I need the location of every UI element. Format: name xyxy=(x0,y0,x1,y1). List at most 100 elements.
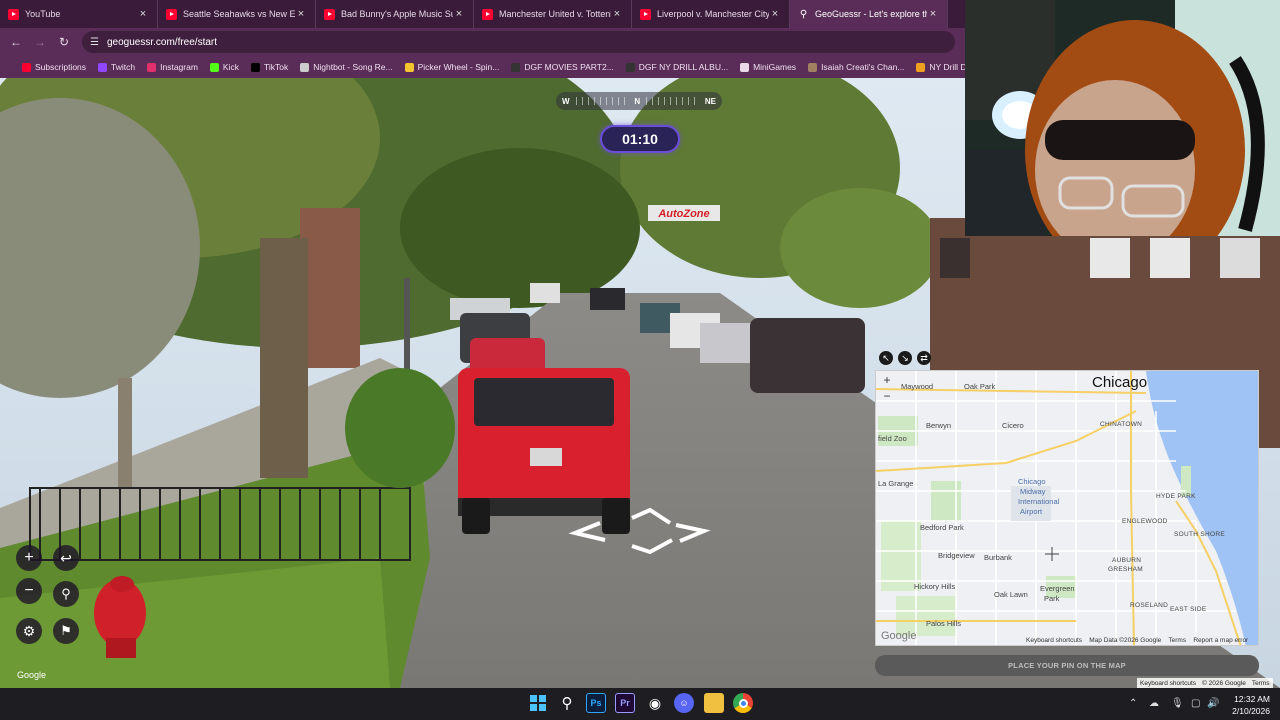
compass-ticks xyxy=(575,97,629,105)
cloud-icon[interactable]: ☁ xyxy=(1149,698,1159,709)
photoshop-app[interactable]: Ps xyxy=(586,693,606,713)
url-bar[interactable]: ☰ geoguessr.com/free/start xyxy=(82,31,955,53)
undo-move-button[interactable]: ↩ xyxy=(53,545,79,571)
map-place-label: International xyxy=(1018,497,1060,506)
map-terms-link[interactable]: Terms xyxy=(1168,637,1186,644)
close-tab-icon[interactable]: × xyxy=(295,8,307,20)
return-to-start-button[interactable]: ⚲ xyxy=(53,581,79,607)
windows-logo-icon xyxy=(530,695,546,711)
address-bar-row: ← → ↻ ☰ geoguessr.com/free/start xyxy=(0,28,965,56)
google-watermark: Google xyxy=(17,670,47,680)
shrink-arrow-icon: ↘ xyxy=(901,352,909,363)
compass-bar: W N NE xyxy=(556,92,722,110)
bookmark-label: MiniGames xyxy=(753,62,797,72)
close-tab-icon[interactable]: × xyxy=(927,8,939,20)
close-tab-icon[interactable]: × xyxy=(611,8,623,20)
close-tab-icon[interactable]: × xyxy=(769,8,781,20)
expand-arrow-icon: ↖ xyxy=(882,352,890,363)
bookmark-item[interactable]: MiniGames xyxy=(740,62,796,72)
bookmark-item[interactable]: Twitch xyxy=(98,62,135,72)
forward-icon[interactable]: → xyxy=(28,35,52,49)
clock-date: 2/10/2026 xyxy=(1232,706,1270,716)
bookmark-label: DGF MOVIES PART2... xyxy=(524,62,614,72)
premiere-app[interactable]: Pr xyxy=(615,693,635,713)
start-button[interactable] xyxy=(528,693,548,713)
map-city-label: Chicago xyxy=(1092,374,1148,391)
map-place-label: Evergreen xyxy=(1040,584,1075,593)
browser-tab[interactable]: Manchester United v. Tottenhai × xyxy=(474,0,632,28)
browser-tab[interactable]: YouTube × xyxy=(0,0,158,28)
map-place-label: ROSELAND xyxy=(1130,602,1169,609)
bookmark-favicon-icon xyxy=(740,62,750,72)
display-icon[interactable]: ▢ xyxy=(1191,698,1200,709)
map-place-label: Park xyxy=(1044,594,1060,603)
map-keyboard-shortcuts-link[interactable]: Keyboard shortcuts xyxy=(1026,637,1082,644)
close-tab-icon[interactable]: × xyxy=(453,8,465,20)
zoom-in-button[interactable]: + xyxy=(16,545,42,571)
flag-checkpoint-button[interactable]: ⚑ xyxy=(53,618,79,644)
tab-strip: YouTube×Seattle Seahawks vs New Engla×Ba… xyxy=(0,0,965,28)
site-info-icon[interactable]: ☰ xyxy=(90,37,99,48)
map-place-label: Berwyn xyxy=(926,421,952,430)
compass-northeast: NE xyxy=(704,96,716,106)
keyboard-shortcuts-link[interactable]: Keyboard shortcuts xyxy=(1140,680,1196,687)
browser-tab[interactable]: Liverpool v. Manchester City | P× xyxy=(632,0,790,28)
tab-title: YouTube xyxy=(25,9,61,19)
back-icon[interactable]: ← xyxy=(4,35,28,49)
geoguessr-icon: ⚲ xyxy=(799,8,808,20)
browser-tab[interactable]: Bad Bunny's Apple Music Supe× xyxy=(316,0,474,28)
tab-title: GeoGuessr - Let's explore the w xyxy=(815,9,927,19)
file-explorer-app[interactable] xyxy=(704,693,724,713)
bookmark-item[interactable]: Nightbot - Song Re... xyxy=(300,62,393,72)
show-hidden-icons-chevron-icon[interactable]: ⌃ xyxy=(1129,698,1137,709)
map-place-label: Bridgeview xyxy=(938,551,975,560)
bookmark-item[interactable]: DGF MOVIES PART2... xyxy=(511,62,614,72)
bookmark-item[interactable]: Kick xyxy=(209,62,239,72)
clock-time: 12:32 AM xyxy=(1234,694,1270,704)
volume-icon[interactable]: 🔊 xyxy=(1207,698,1219,709)
discord-app[interactable]: ☺ xyxy=(674,693,694,713)
map-place-label: Bedford Park xyxy=(920,523,964,532)
settings-button[interactable]: ⚙ xyxy=(16,618,42,644)
system-clock[interactable]: 12:32 AM 2/10/2026 xyxy=(1224,693,1270,717)
premiere-icon: Pr xyxy=(620,698,630,708)
bookmark-item[interactable]: DGF NY DRILL ALBU... xyxy=(625,62,729,72)
bookmark-item[interactable]: Isaiah Creati's Chan... xyxy=(808,62,904,72)
map-shrink-button[interactable]: ↘ xyxy=(898,351,912,365)
map-zoom-in-button[interactable]: + xyxy=(878,373,896,387)
terms-link[interactable]: Terms xyxy=(1252,680,1270,687)
reload-icon[interactable]: ↻ xyxy=(52,35,76,49)
zoom-out-button[interactable]: − xyxy=(16,578,42,604)
browser-tab[interactable]: ⚲ GeoGuessr - Let's explore the w× xyxy=(790,0,948,28)
map-enlarge-button[interactable]: ↖ xyxy=(879,351,893,365)
youtube-icon xyxy=(8,8,19,20)
microphone-icon[interactable]: 🎙 xyxy=(1171,698,1184,709)
map-place-label: field Zoo xyxy=(878,434,907,443)
bookmark-item[interactable]: TikTok xyxy=(250,62,288,72)
bookmark-item[interactable]: Subscriptions xyxy=(22,62,86,72)
map-pin-toggle-button[interactable]: ⇄ xyxy=(917,351,931,365)
bookmark-favicon-icon xyxy=(511,62,521,72)
chrome-app[interactable] xyxy=(733,693,753,713)
bookmark-item[interactable]: Instagram xyxy=(147,62,198,72)
guess-map[interactable]: Chicago + − Maywood Oak Park Berwyn Cicero C… xyxy=(875,370,1259,646)
browser-tab[interactable]: Seattle Seahawks vs New Engla× xyxy=(158,0,316,28)
youtube-icon xyxy=(640,8,651,20)
search-button[interactable]: ⚲ xyxy=(557,693,577,713)
bookmark-favicon-icon xyxy=(404,62,414,72)
map-place-label: HYDE PARK xyxy=(1156,493,1196,500)
map-report-error-link[interactable]: Report a map error xyxy=(1193,637,1248,644)
bookmark-item[interactable]: Picker Wheel - Spin... xyxy=(404,62,499,72)
apps-grid-icon[interactable] xyxy=(6,61,8,73)
minus-icon: − xyxy=(24,582,34,599)
bookmark-label: DGF NY DRILL ALBU... xyxy=(638,62,729,72)
place-pin-button[interactable]: PLACE YOUR PIN ON THE MAP xyxy=(875,655,1259,676)
map-zoom-out-button[interactable]: − xyxy=(878,389,896,403)
webcam-image xyxy=(965,0,1280,236)
youtube-icon xyxy=(166,8,177,20)
close-tab-icon[interactable]: × xyxy=(137,8,149,20)
flag-icon: ⚑ xyxy=(60,623,72,638)
pin-toggle-icon: ⇄ xyxy=(920,352,928,363)
obs-app[interactable]: ◉ xyxy=(645,693,665,713)
map-place-label: Cicero xyxy=(1002,421,1024,430)
